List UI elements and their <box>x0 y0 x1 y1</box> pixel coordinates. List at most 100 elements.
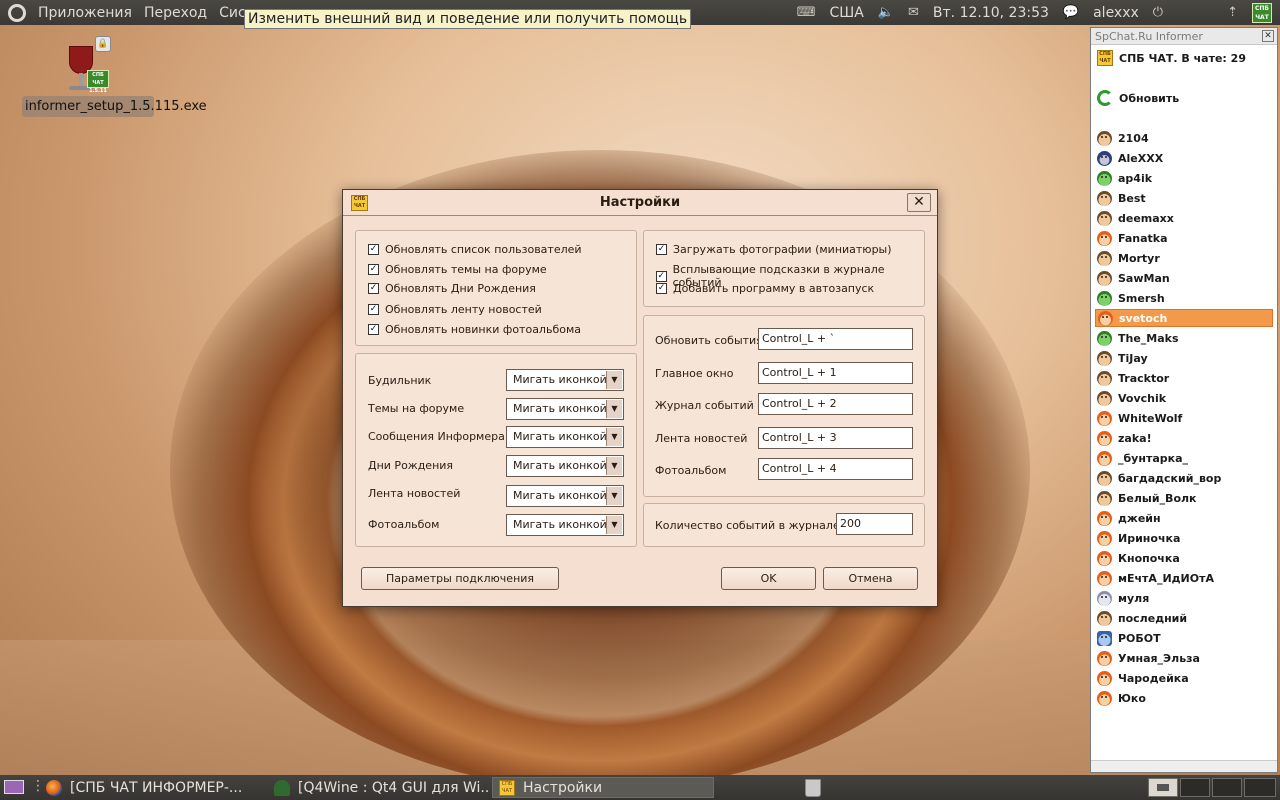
tray-arrow-icon[interactable]: ⇡ <box>1227 5 1238 20</box>
notify-select-news[interactable]: Мигать иконкой ▼ <box>506 485 624 507</box>
workspace-2[interactable] <box>1180 778 1210 797</box>
close-icon[interactable]: ✕ <box>907 193 931 212</box>
user-name: Ириночка <box>1118 531 1181 545</box>
user-list-item[interactable]: Умная_Эльза <box>1097 649 1200 667</box>
menu-applications[interactable]: Приложения <box>38 5 132 21</box>
checkbox[interactable]: ✓ <box>368 244 379 255</box>
user-list-item[interactable]: Fanatka <box>1097 229 1168 247</box>
user-list-item[interactable]: svetoch <box>1095 309 1273 327</box>
chevron-down-icon[interactable]: ▼ <box>606 371 622 389</box>
hotkey-field-journal[interactable]: Control_L + 2 <box>758 393 913 415</box>
user-list-item[interactable]: Best <box>1097 189 1146 207</box>
user-list-item[interactable]: Белый_Волк <box>1097 489 1197 507</box>
user-list-item[interactable]: zaka! <box>1097 429 1152 447</box>
checkbox[interactable]: ✓ <box>368 304 379 315</box>
chevron-down-icon[interactable]: ▼ <box>606 400 622 418</box>
user-list-item[interactable]: Юко <box>1097 689 1146 707</box>
workspace-1[interactable] <box>1148 778 1178 797</box>
notify-select-birthdays[interactable]: Мигать иконкой ▼ <box>506 455 624 477</box>
refresh-item[interactable]: Обновить <box>1097 89 1179 107</box>
close-icon[interactable]: ✕ <box>1262 30 1274 42</box>
user-list-item[interactable]: мЕчтА_ИдИОтА <box>1097 569 1214 587</box>
user-list-item[interactable]: deemaxx <box>1097 209 1174 227</box>
user-list-item[interactable]: РОБОТ <box>1097 629 1161 647</box>
user-list-item[interactable]: последний <box>1097 609 1187 627</box>
spbchat-tray-icon[interactable]: СПБ ЧАТ <box>1252 2 1272 23</box>
workspace-3[interactable] <box>1212 778 1242 797</box>
chevron-down-icon[interactable]: ▼ <box>606 487 622 505</box>
check-update-forum[interactable]: ✓ Обновлять темы на форуме <box>368 263 547 276</box>
user-list-item[interactable]: AleXXX <box>1097 149 1163 167</box>
checkbox[interactable]: ✓ <box>656 283 667 294</box>
sidebar-titlebar[interactable]: SpChat.Ru Informer ✕ <box>1091 28 1277 45</box>
notify-select-photos[interactable]: Мигать иконкой ▼ <box>506 514 624 536</box>
workspace-4[interactable] <box>1244 778 1276 797</box>
user-list-item[interactable]: муля <box>1097 589 1149 607</box>
user-list-item[interactable]: джейн <box>1097 509 1161 527</box>
taskbar-item-settings[interactable]: СПБ ЧАТ Настройки <box>492 777 714 798</box>
user-list-item[interactable]: Чародейка <box>1097 669 1189 687</box>
check-update-photos[interactable]: ✓ Обновлять новинки фотоальбома <box>368 323 581 336</box>
notify-select-alarm[interactable]: Мигать иконкой ▼ <box>506 369 624 391</box>
power-icon[interactable]: ⏻ <box>1153 5 1163 20</box>
checkbox[interactable]: ✓ <box>656 270 667 282</box>
hotkey-field-news[interactable]: Control_L + 3 <box>758 427 913 449</box>
user-list-item[interactable]: Кнопочка <box>1097 549 1180 567</box>
check-update-news[interactable]: ✓ Обновлять ленту новостей <box>368 303 542 316</box>
user-name: The_Maks <box>1118 331 1179 345</box>
trash-icon[interactable] <box>805 779 821 797</box>
volume-icon[interactable]: 🔈 <box>878 5 894 20</box>
keyboard-layout[interactable]: США <box>829 5 863 21</box>
user-list-item[interactable]: SawMan <box>1097 269 1170 287</box>
check-update-users[interactable]: ✓ Обновлять список пользователей <box>368 243 582 256</box>
user-list-item[interactable]: багдадский_вор <box>1097 469 1221 487</box>
hotkey-field-main[interactable]: Control_L + 1 <box>758 362 913 384</box>
spbchat-icon: СПБ ЧАТ <box>1097 50 1113 66</box>
hotkey-field-photos[interactable]: Control_L + 4 <box>758 458 913 480</box>
user-list-item[interactable]: Smersh <box>1097 289 1165 307</box>
update-options-group: ✓ Обновлять список пользователей ✓ Обновля… <box>355 230 637 346</box>
show-desktop-icon[interactable] <box>4 780 24 794</box>
general-options-group: ✓ Загружать фотографии (миниатюры) ✓ Всплы… <box>643 230 925 307</box>
cancel-button[interactable]: Отмена <box>823 567 918 590</box>
ok-button[interactable]: OK <box>721 567 816 590</box>
menu-places[interactable]: Переход <box>144 5 207 21</box>
user-list-item[interactable]: Tracktor <box>1097 369 1169 387</box>
user-list-item[interactable]: Vovchik <box>1097 389 1166 407</box>
mail-icon[interactable]: ✉ <box>908 5 919 20</box>
user-name[interactable]: alexxx <box>1093 5 1139 21</box>
user-list-item[interactable]: Mortyr <box>1097 249 1160 267</box>
clock[interactable]: Вт. 12.10, 23:53 <box>933 5 1049 21</box>
user-list-item[interactable]: TiJay <box>1097 349 1148 367</box>
taskbar-item-q4wine[interactable]: [Q4Wine : Qt4 GUI для Wi... <box>268 777 490 798</box>
chevron-down-icon[interactable]: ▼ <box>606 516 622 534</box>
ubuntu-logo-icon[interactable] <box>8 3 26 22</box>
checkbox[interactable]: ✓ <box>368 283 379 294</box>
taskbar-item-informer[interactable]: [СПБ ЧАТ ИНФОРМЕР-... <box>40 777 262 798</box>
notify-select-messages[interactable]: Мигать иконкой ▼ <box>506 426 624 448</box>
checkbox[interactable]: ✓ <box>656 244 667 255</box>
checkbox[interactable]: ✓ <box>368 324 379 335</box>
user-list-item[interactable]: The_Maks <box>1097 329 1179 347</box>
notify-select-forum[interactable]: Мигать иконкой ▼ <box>506 398 624 420</box>
horizontal-scrollbar[interactable] <box>1091 760 1277 772</box>
user-list-item[interactable]: WhiteWolf <box>1097 409 1182 427</box>
hotkey-field-refresh[interactable]: Control_L + ` <box>758 328 913 350</box>
keyboard-icon[interactable]: ⌨ <box>797 5 816 20</box>
journal-count-field[interactable]: 200 <box>836 513 913 535</box>
check-autostart[interactable]: ✓ Добавить программу в автозапуск <box>656 282 874 295</box>
user-list-item[interactable]: _бунтарка_ <box>1097 449 1188 467</box>
chevron-down-icon[interactable]: ▼ <box>606 457 622 475</box>
checkbox[interactable]: ✓ <box>368 264 379 275</box>
desktop-file-informer-setup[interactable]: 🔒 СПБ ЧАТ 1.5.11 informer_setup_1.5.115.… <box>22 36 207 117</box>
check-update-birthdays[interactable]: ✓ Обновлять Дни Рождения <box>368 282 536 295</box>
connection-settings-button[interactable]: Параметры подключения <box>361 567 559 590</box>
user-list-item[interactable]: 2104 <box>1097 129 1149 147</box>
chat-header[interactable]: СПБ ЧАТ СПБ ЧАТ. В чате: 29 <box>1097 49 1246 67</box>
chevron-down-icon[interactable]: ▼ <box>606 428 622 446</box>
user-list-item[interactable]: ap4ik <box>1097 169 1152 187</box>
dialog-titlebar[interactable]: СПБ ЧАТ Настройки ✕ <box>343 190 937 216</box>
user-list-item[interactable]: Ириночка <box>1097 529 1180 547</box>
check-load-photos[interactable]: ✓ Загружать фотографии (миниатюры) <box>656 243 892 256</box>
bottom-panel: ⋮ [СПБ ЧАТ ИНФОРМЕР-... [Q4Wine : Qt4 GU… <box>0 775 1280 800</box>
